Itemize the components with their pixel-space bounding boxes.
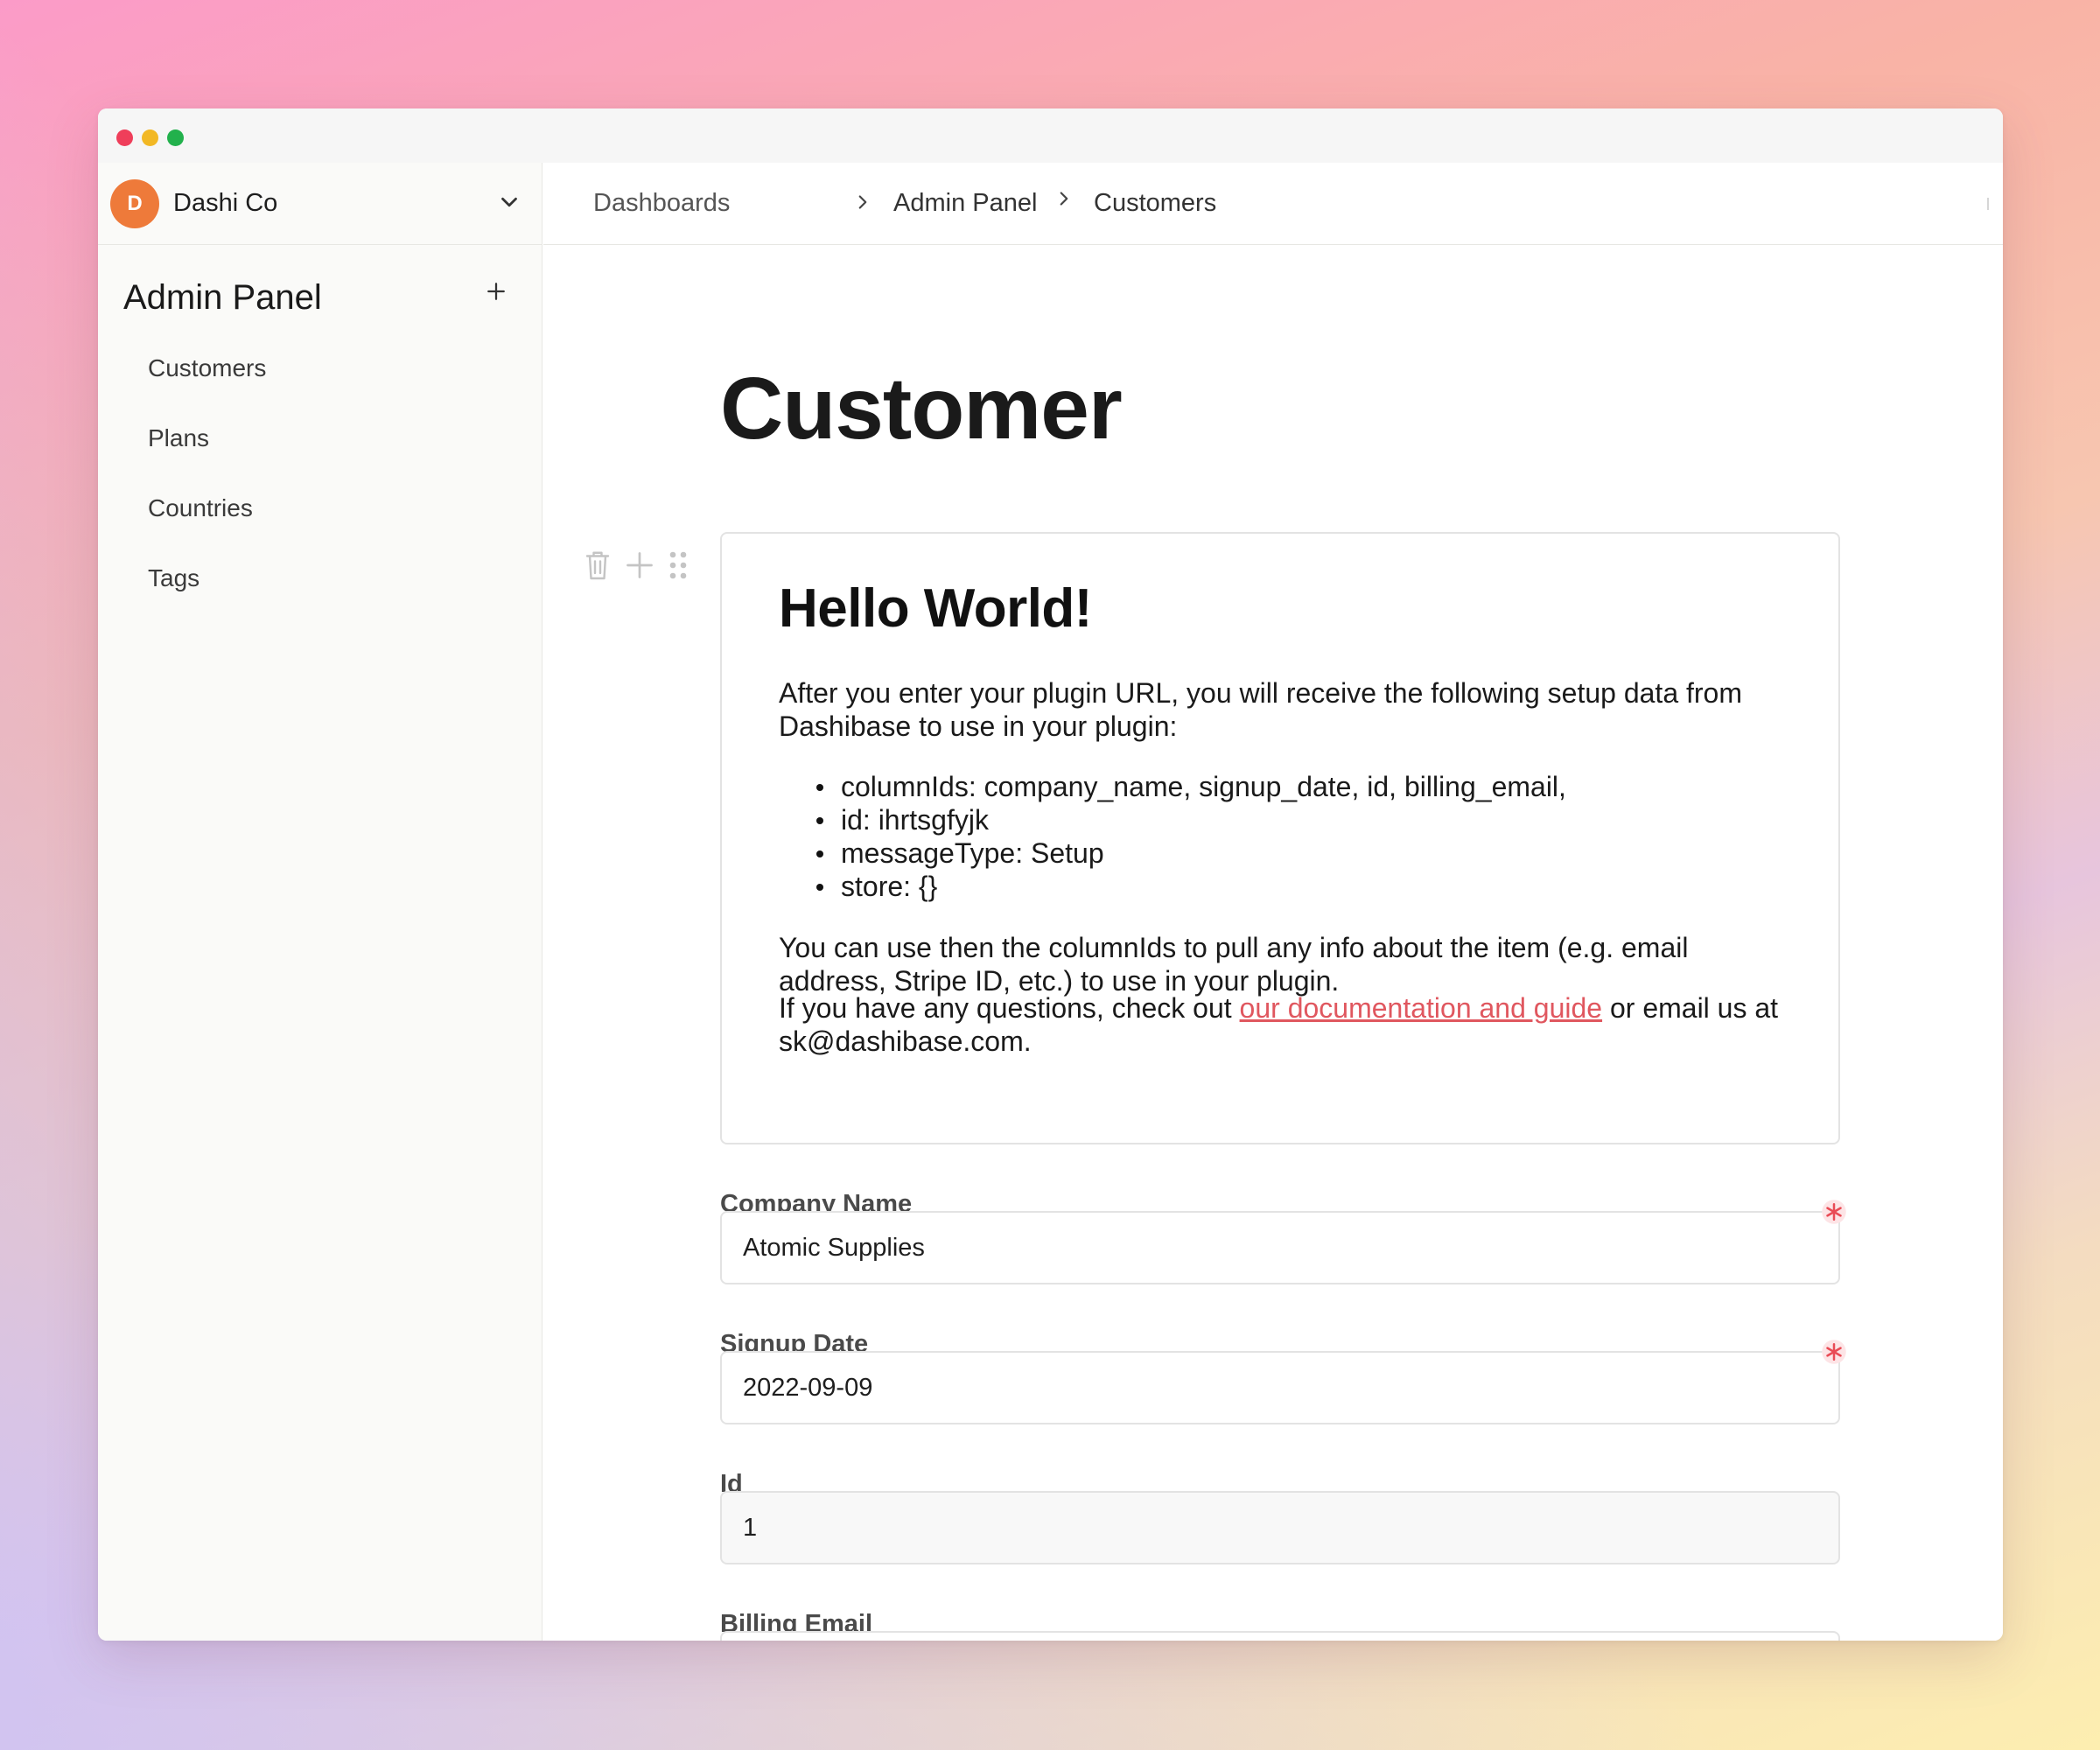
maximize-window-button[interactable]	[167, 130, 184, 146]
list-item: store: {}	[816, 870, 1566, 903]
workspace-switcher[interactable]: D Dashi Co	[98, 163, 542, 245]
card-paragraph-questions: If you have any questions, check out our…	[779, 991, 1794, 1058]
close-window-button[interactable]	[116, 130, 133, 146]
sidebar-item-countries[interactable]: Countries	[148, 494, 253, 522]
breadcrumb-admin-panel[interactable]: Admin Panel	[893, 189, 1037, 218]
company-name-field[interactable]: Atomic Supplies	[720, 1211, 1840, 1284]
app-window: D Dashi Co Admin Panel Customers Plans C…	[98, 108, 2003, 1641]
workspace-name: Dashi Co	[173, 189, 278, 217]
chevron-right-icon	[858, 195, 867, 209]
id-field: 1	[720, 1491, 1840, 1564]
breadcrumb-dashboards[interactable]: Dashboards	[593, 189, 730, 218]
chevron-down-icon[interactable]	[496, 189, 522, 215]
setup-data-list: columnIds: company_name, signup_date, id…	[816, 770, 1566, 903]
sidebar-item-customers[interactable]: Customers	[148, 354, 266, 382]
card-paragraph-columnids: You can use then the columnIds to pull a…	[779, 932, 1689, 997]
add-page-icon[interactable]	[483, 278, 509, 304]
block-toolbar	[582, 548, 696, 583]
sidebar-item-plans[interactable]: Plans	[148, 424, 209, 452]
card-intro: After you enter your plugin URL, you wil…	[779, 677, 1742, 742]
questions-text: If you have any questions, check out	[779, 992, 1240, 1024]
page-title: Customer	[720, 360, 1123, 458]
card-heading: Hello World!	[779, 578, 1092, 639]
plus-icon[interactable]	[624, 548, 655, 583]
sidebar: D Dashi Co Admin Panel Customers Plans C…	[98, 163, 542, 1641]
list-item: id: ihrtsgfyjk	[816, 803, 1566, 836]
required-asterisk-icon	[1822, 1200, 1846, 1224]
title-bar	[98, 108, 2003, 163]
list-item: messageType: Setup	[816, 836, 1566, 870]
drag-handle-icon[interactable]	[662, 548, 694, 583]
sidebar-section-title: Admin Panel	[123, 278, 322, 317]
breadcrumb-customers[interactable]: Customers	[1094, 189, 1216, 218]
documentation-link[interactable]: our documentation and guide	[1240, 992, 1603, 1024]
trash-icon[interactable]	[582, 548, 613, 583]
main-content: Customer Hello World! After you enter yo…	[543, 245, 2003, 1641]
minimize-window-button[interactable]	[142, 130, 158, 146]
plugin-info-card: Hello World! After you enter your plugin…	[720, 532, 1840, 1144]
sidebar-item-tags[interactable]: Tags	[148, 564, 200, 592]
avatar: D	[110, 179, 159, 228]
topbar-divider	[1987, 198, 1989, 210]
breadcrumb: Dashboards Admin Panel Customers	[543, 163, 2003, 245]
chevron-right-icon	[1060, 192, 1068, 206]
signup-date-field[interactable]: 2022-09-09	[720, 1351, 1840, 1424]
required-asterisk-icon	[1822, 1340, 1846, 1364]
billing-email-field[interactable]	[720, 1631, 1840, 1641]
list-item: columnIds: company_name, signup_date, id…	[816, 770, 1566, 803]
